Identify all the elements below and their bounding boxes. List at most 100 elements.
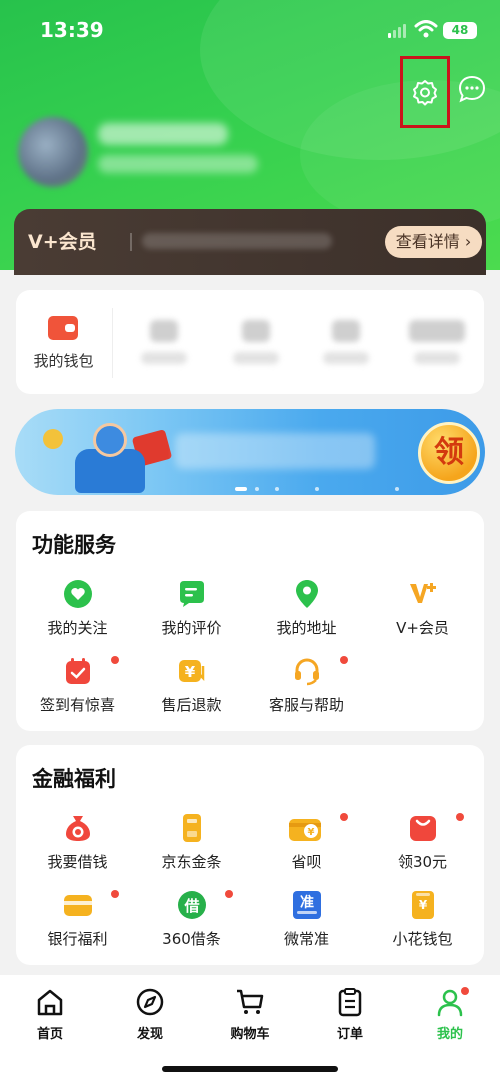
section-title: 金融福利 <box>32 767 116 791</box>
wallet-stat-blurred[interactable] <box>316 320 376 370</box>
service-label: 我的地址 <box>276 619 337 637</box>
my-wallet-button[interactable]: 我的钱包 <box>16 290 111 394</box>
svg-text:准: 准 <box>300 894 314 911</box>
finance-card: 金融福利 我要借钱 京东金条 ¥ 省呗 领30元 银行福利 借 360借条 准 … <box>16 745 484 965</box>
service-label: 客服与帮助 <box>268 696 344 714</box>
finance-item[interactable]: 京东金条 <box>133 813 250 883</box>
finance-item[interactable]: 我要借钱 <box>19 813 136 883</box>
avatar[interactable] <box>18 117 88 187</box>
vplus-icon <box>410 583 436 603</box>
location-icon <box>296 580 318 608</box>
claim-button[interactable]: 领 <box>418 422 480 484</box>
svg-text:¥: ¥ <box>308 827 315 838</box>
svg-text:¥: ¥ <box>185 663 196 681</box>
finance-item[interactable]: 借 360借条 <box>133 890 250 960</box>
heart-icon <box>64 580 92 608</box>
finance-item[interactable]: 领30元 <box>364 813 481 883</box>
finance-item[interactable]: 准 微常准 <box>248 890 365 960</box>
notification-dot <box>340 656 348 664</box>
notification-dot <box>111 656 119 664</box>
tab-cart[interactable]: 购物车 <box>200 983 300 1043</box>
wallet-card: 我的钱包 <box>16 290 484 394</box>
banner-pagination <box>165 487 405 491</box>
service-item[interactable]: ¥ 售后退款 <box>133 656 250 726</box>
finance-label: 银行福利 <box>47 930 108 948</box>
comment-icon <box>180 581 204 607</box>
banner-text-blurred <box>175 433 375 469</box>
gear-icon <box>413 80 437 106</box>
tab-label: 订单 <box>336 1027 363 1042</box>
service-item[interactable]: V+会员 <box>364 579 481 649</box>
status-bar: 13:39 48 <box>0 0 500 60</box>
headset-icon <box>295 658 319 686</box>
wallet-label: 我的钱包 <box>33 352 94 370</box>
service-label: V+会员 <box>396 619 449 637</box>
vip-bar[interactable]: V+会员 查看详情 › <box>14 209 486 275</box>
user-name-blurred <box>98 123 228 145</box>
gold-bar-icon <box>183 814 201 842</box>
svg-text:¥: ¥ <box>419 898 428 912</box>
tab-label: 首页 <box>36 1027 63 1042</box>
borrow-icon: 借 <box>178 891 206 919</box>
finance-label: 京东金条 <box>161 853 222 871</box>
services-card: 功能服务 我的关注 我的评价 我的地址 V+会员 签到有惊喜 ¥ 售后退款 客服… <box>16 511 484 731</box>
tab-label: 我的 <box>436 1027 463 1042</box>
finance-item[interactable]: 银行福利 <box>19 890 136 960</box>
tab-label: 购物车 <box>230 1027 270 1042</box>
refund-icon: ¥ <box>179 660 205 682</box>
section-title: 功能服务 <box>32 533 116 557</box>
money-bag-icon <box>66 816 90 841</box>
compass-icon <box>136 988 164 1016</box>
finance-item[interactable]: ¥ 省呗 <box>248 813 365 883</box>
cart-icon <box>237 989 264 1014</box>
notification-dot <box>111 890 119 898</box>
service-label: 售后退款 <box>161 696 222 714</box>
notification-dot <box>225 890 233 898</box>
vip-divider <box>130 233 132 251</box>
tab-profile[interactable]: 我的 <box>400 983 500 1043</box>
service-item[interactable]: 签到有惊喜 <box>19 656 136 726</box>
wallet-coin-icon: ¥ <box>289 819 321 841</box>
courier-illustration <box>35 415 173 495</box>
divider <box>112 308 113 378</box>
settings-button[interactable] <box>400 56 450 128</box>
vip-info-blurred <box>142 233 332 249</box>
service-item[interactable]: 我的地址 <box>248 579 365 649</box>
wallet-stat-blurred[interactable] <box>226 320 286 370</box>
finance-label: 微常准 <box>283 930 329 948</box>
promo-banner[interactable]: 领 <box>15 409 485 495</box>
tab-discover[interactable]: 发现 <box>100 983 200 1043</box>
zhun-icon: 准 <box>293 891 321 919</box>
finance-label: 领30元 <box>397 853 448 871</box>
service-item[interactable]: 我的评价 <box>133 579 250 649</box>
finance-item[interactable]: ¥ 小花钱包 <box>364 890 481 960</box>
user-profile[interactable] <box>18 115 298 195</box>
tab-label: 发现 <box>136 1027 163 1042</box>
tab-orders[interactable]: 订单 <box>300 983 400 1043</box>
svg-text:借: 借 <box>183 897 199 915</box>
purse-icon: ¥ <box>412 891 434 919</box>
service-item[interactable]: 客服与帮助 <box>248 656 365 726</box>
status-time: 13:39 <box>40 18 104 42</box>
service-item[interactable]: 我的关注 <box>19 579 136 649</box>
home-icon <box>37 989 63 1016</box>
service-label: 我的关注 <box>47 619 108 637</box>
message-icon <box>458 75 486 103</box>
user-info-blurred <box>98 155 258 173</box>
service-label: 签到有惊喜 <box>39 696 115 714</box>
wifi-icon <box>414 20 438 38</box>
finance-label: 360借条 <box>162 930 221 948</box>
notification-dot <box>456 813 464 821</box>
vip-detail-button[interactable]: 查看详情 › <box>385 226 482 258</box>
wallet-icon <box>48 316 78 340</box>
battery-indicator: 48 <box>443 22 477 39</box>
service-label: 我的评价 <box>161 619 222 637</box>
wallet-stat-blurred[interactable] <box>401 320 473 370</box>
message-button[interactable] <box>455 72 489 106</box>
calendar-icon <box>66 658 90 684</box>
tab-home[interactable]: 首页 <box>0 983 100 1043</box>
wallet-stat-blurred[interactable] <box>134 320 194 370</box>
notification-dot <box>340 813 348 821</box>
red-gift-icon <box>410 816 436 841</box>
order-icon <box>338 988 362 1017</box>
